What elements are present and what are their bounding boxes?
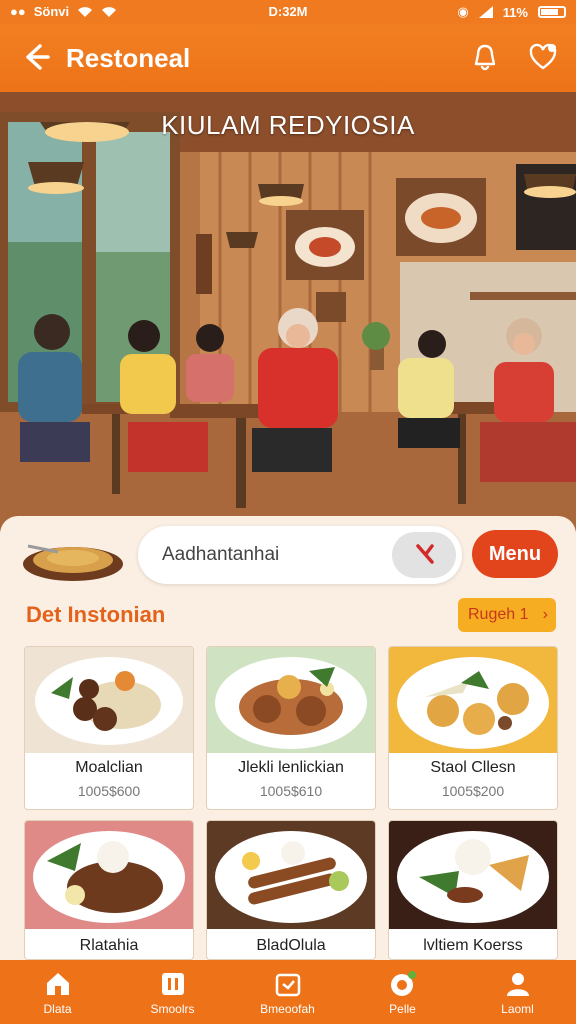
nav-item-home[interactable]: Dlata xyxy=(0,960,115,1024)
menu-book-icon xyxy=(162,973,184,995)
dish-image xyxy=(25,647,193,753)
dish-price: 1005$600 xyxy=(77,783,141,799)
restaurant-hero-image: KIULAM REDYIOSIA xyxy=(0,92,576,532)
battery-icon xyxy=(538,6,566,18)
battery-percent: 11% xyxy=(502,4,528,20)
heart-icon[interactable] xyxy=(528,42,558,72)
location-icon: ◉ xyxy=(457,4,469,19)
dish-price: 1005$610 xyxy=(259,783,323,799)
nav-item-menu[interactable]: Smoolrs xyxy=(115,960,230,1024)
nav-item-profile[interactable]: Laoml xyxy=(460,960,575,1024)
dish-image xyxy=(389,647,557,753)
cell-signal-icon xyxy=(478,6,493,18)
dish-name: lvltiem Koerss xyxy=(423,937,523,954)
bell-icon[interactable] xyxy=(470,42,500,72)
section-title: Det Instonian xyxy=(26,602,166,627)
dish-name: Moalclian xyxy=(75,759,143,776)
restaurant-interior-illustration xyxy=(0,92,576,532)
page-title: Restoneal xyxy=(66,43,191,73)
dish-card[interactable]: lvltiem Koerss xyxy=(388,820,558,960)
dish-image xyxy=(389,821,557,929)
featured-dish-thumbnail xyxy=(23,544,123,581)
dish-image xyxy=(207,647,375,753)
nav-item-booking[interactable]: Bmeoofah xyxy=(230,960,345,1024)
status-bar: ●● Sönvi D:32M ◉ 11% xyxy=(0,0,576,24)
calendar-icon xyxy=(275,973,301,997)
chevron-right-icon: › xyxy=(542,606,548,623)
back-arrow-icon[interactable] xyxy=(20,41,52,73)
dish-image xyxy=(207,821,375,929)
dish-price: 1005$200 xyxy=(441,783,505,799)
region-selector[interactable]: Rugeh 1 › xyxy=(458,598,556,632)
bottom-navigation: Dlata Smoolrs Bmeoofah Pelle Laoml xyxy=(0,960,576,1024)
region-label: Rugeh 1 xyxy=(468,606,529,623)
restaurant-name: KIULAM REDYIOSIA xyxy=(161,110,415,140)
dish-name: Rlatahia xyxy=(79,937,139,954)
menu-button[interactable]: Menu xyxy=(472,530,558,578)
profile-icon xyxy=(507,973,529,996)
search-input[interactable]: Aadhantanhai xyxy=(162,544,279,566)
clear-icon xyxy=(416,544,434,564)
cart-icon xyxy=(391,971,416,996)
nav-item-cart[interactable]: Pelle xyxy=(345,960,460,1024)
dish-name: BladOlula xyxy=(256,937,326,954)
nav-label: Smoolrs xyxy=(150,1002,195,1016)
nav-label: Bmeoofah xyxy=(260,1002,315,1016)
nav-label: Dlata xyxy=(43,1002,72,1016)
home-icon xyxy=(47,973,69,995)
dish-card[interactable]: Staol Cllesn 1005$200 xyxy=(388,646,558,810)
dish-name: Staol Cllesn xyxy=(430,759,516,776)
dish-image xyxy=(25,821,193,929)
dish-name: Jlekli lenlickian xyxy=(238,759,344,776)
menu-panel: Aadhantanhai Menu Det Instonian Rugeh 1 … xyxy=(0,516,576,960)
search-bar[interactable]: Aadhantanhai xyxy=(138,526,462,584)
dish-card[interactable]: Rlatahia xyxy=(24,820,194,960)
dish-card[interactable]: Moalclian 1005$600 xyxy=(24,646,194,810)
dish-card[interactable]: BladOlula xyxy=(206,820,376,960)
dish-card[interactable]: Jlekli lenlickian 1005$610 xyxy=(206,646,376,810)
app-header: Restoneal xyxy=(0,24,576,92)
clear-search-button[interactable] xyxy=(392,532,456,578)
nav-label: Laoml xyxy=(501,1002,534,1016)
nav-label: Pelle xyxy=(389,1002,416,1016)
